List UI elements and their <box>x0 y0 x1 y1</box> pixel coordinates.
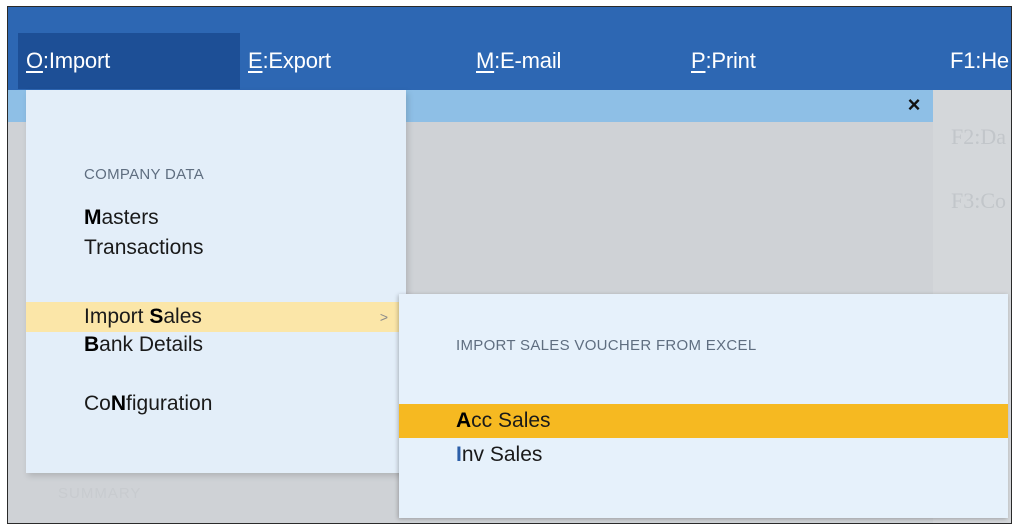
import-sales-pre: Import <box>84 305 150 328</box>
menu-print-label: :Print <box>705 48 756 73</box>
section-company-data: COMPANY DATA <box>84 166 205 183</box>
transactions-key: T <box>84 236 97 259</box>
menu-print-key: P <box>691 48 706 73</box>
menu-help-key: F1 <box>950 48 976 73</box>
menu-item-configuration[interactable]: CoNfiguration <box>26 389 406 419</box>
bank-details-key: B <box>84 333 100 356</box>
import-sales-key: S <box>149 305 164 328</box>
bank-details-label: ank Details <box>99 333 204 356</box>
inv-sales-label: nv Sales <box>461 443 543 466</box>
transactions-label: ransactions <box>96 236 204 259</box>
menu-export-label: :Export <box>262 48 331 73</box>
masters-label: asters <box>101 206 159 229</box>
chevron-right-icon: > <box>379 309 388 325</box>
menu-help-label: :He <box>975 48 1009 73</box>
menu-email-label: :E-mail <box>494 48 562 73</box>
menu-item-import-sales[interactable]: Import Sales > <box>26 302 406 332</box>
menu-help[interactable]: F1:He <box>950 33 1009 89</box>
menu-item-bank-details[interactable]: Bank Details <box>26 330 406 360</box>
submenu-item-inv-sales[interactable]: Inv Sales <box>399 438 1008 472</box>
import-menu: COMPANY DATA Masters Transactions Import… <box>26 90 406 473</box>
acc-sales-label: cc Sales <box>471 409 551 432</box>
import-sales-label: ales <box>163 305 202 328</box>
configuration-label: figuration <box>126 392 213 415</box>
menu-email[interactable]: M:E-mail <box>476 33 561 89</box>
submenu-item-acc-sales[interactable]: Acc Sales <box>399 404 1008 438</box>
menu-import-label: :Import <box>42 48 110 73</box>
acc-sales-key: A <box>456 409 472 432</box>
menu-print[interactable]: P:Print <box>691 33 756 89</box>
configuration-key: N <box>110 392 127 415</box>
app-window: O:Import E:Export M:E-mail P:Print F1:He… <box>7 6 1012 524</box>
menu-export[interactable]: E:Export <box>248 33 331 89</box>
configuration-pre: Co <box>84 392 111 415</box>
menu-import-key: O <box>26 48 43 73</box>
menu-export-key: E <box>248 48 263 73</box>
ghost-button-f3: F3:Co <box>951 188 1007 213</box>
summary-label: SUMMARY <box>58 485 142 502</box>
menu-item-masters[interactable]: Masters <box>26 203 406 233</box>
menu-item-transactions[interactable]: Transactions <box>26 233 406 263</box>
menu-email-key: M <box>476 48 495 73</box>
top-menu-bar: O:Import E:Export M:E-mail P:Print F1:He <box>8 7 1011 90</box>
close-icon[interactable]: × <box>903 93 925 117</box>
submenu-heading: IMPORT SALES VOUCHER FROM EXCEL <box>456 337 757 354</box>
ghost-button-f2: F2:Da <box>951 124 1006 149</box>
masters-key: M <box>84 206 102 229</box>
import-sales-submenu: IMPORT SALES VOUCHER FROM EXCEL Acc Sale… <box>399 294 1008 518</box>
menu-import[interactable]: O:Import <box>18 33 240 89</box>
